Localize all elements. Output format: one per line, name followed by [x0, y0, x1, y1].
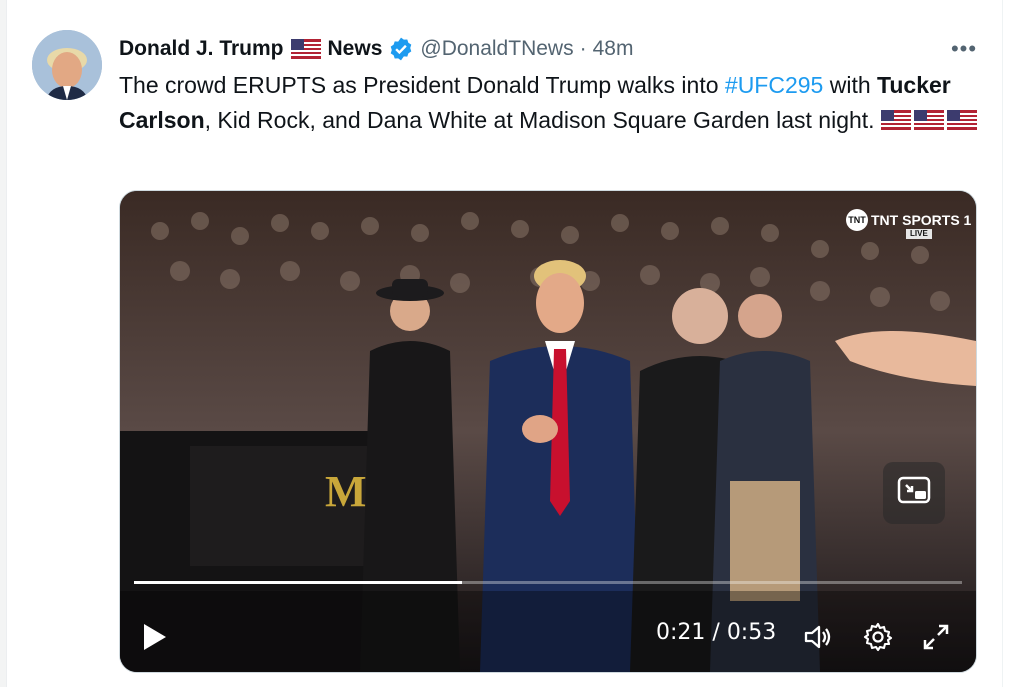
settings-gear-icon [862, 622, 894, 657]
time-separator: / [705, 620, 727, 645]
settings-button[interactable] [862, 621, 894, 653]
handle[interactable]: @DonaldTNews [420, 37, 573, 61]
timeline-divider [1002, 0, 1003, 687]
tweet-text: The crowd ERUPTS as President Donald Tru… [119, 68, 989, 138]
display-name-suffix[interactable]: News [328, 37, 383, 61]
channel-logo: TNT TNT SPORTS 1 [846, 209, 971, 231]
us-flag-icon [290, 39, 321, 59]
text-part-3: , Kid Rock, and Dana White at Madison Sq… [204, 107, 881, 133]
display-name[interactable]: Donald J. Trump [119, 37, 284, 61]
more-options-button[interactable]: ••• [944, 34, 984, 64]
us-flag-icon [880, 110, 911, 130]
channel-logo-text: TNT SPORTS 1 [871, 212, 972, 228]
fullscreen-icon [920, 624, 952, 657]
play-button[interactable] [142, 622, 168, 657]
us-flag-icon [946, 110, 977, 130]
svg-text:M: M [325, 467, 367, 516]
video-player[interactable]: M TNT TNT SPORTS 1 LIVE 0:21 / 0:53 [119, 190, 977, 673]
avatar[interactable] [32, 30, 102, 100]
tweet-card[interactable]: Donald J. Trump News @DonaldTNews · 48m … [6, 0, 1002, 687]
progress-bar-fill [134, 581, 462, 584]
fullscreen-button[interactable] [920, 621, 952, 653]
verified-badge-icon[interactable] [388, 36, 414, 62]
timestamp[interactable]: 48m [593, 37, 634, 61]
picture-in-picture-icon [896, 473, 932, 514]
separator-dot: · [579, 37, 587, 60]
play-icon [142, 624, 168, 656]
flag-emojis [880, 107, 980, 133]
duration: 0:53 [726, 620, 777, 645]
us-flag-icon [913, 110, 944, 130]
live-badge: LIVE [906, 229, 932, 239]
hashtag-link[interactable]: #UFC295 [725, 72, 823, 98]
picture-in-picture-button[interactable] [883, 462, 945, 524]
video-controls: 0:21 / 0:53 [120, 606, 976, 666]
text-part-2: with [823, 72, 878, 98]
video-frame: M [120, 191, 976, 672]
current-time: 0:21 [656, 620, 706, 645]
progress-bar[interactable] [134, 581, 962, 584]
text-part-1: The crowd ERUPTS as President Donald Tru… [119, 72, 725, 98]
tnt-badge: TNT [846, 209, 868, 231]
time-display: 0:21 / 0:53 [656, 620, 776, 645]
tweet-header: Donald J. Trump News @DonaldTNews · 48m [119, 34, 633, 64]
volume-button[interactable] [802, 621, 834, 653]
volume-icon [802, 625, 834, 657]
